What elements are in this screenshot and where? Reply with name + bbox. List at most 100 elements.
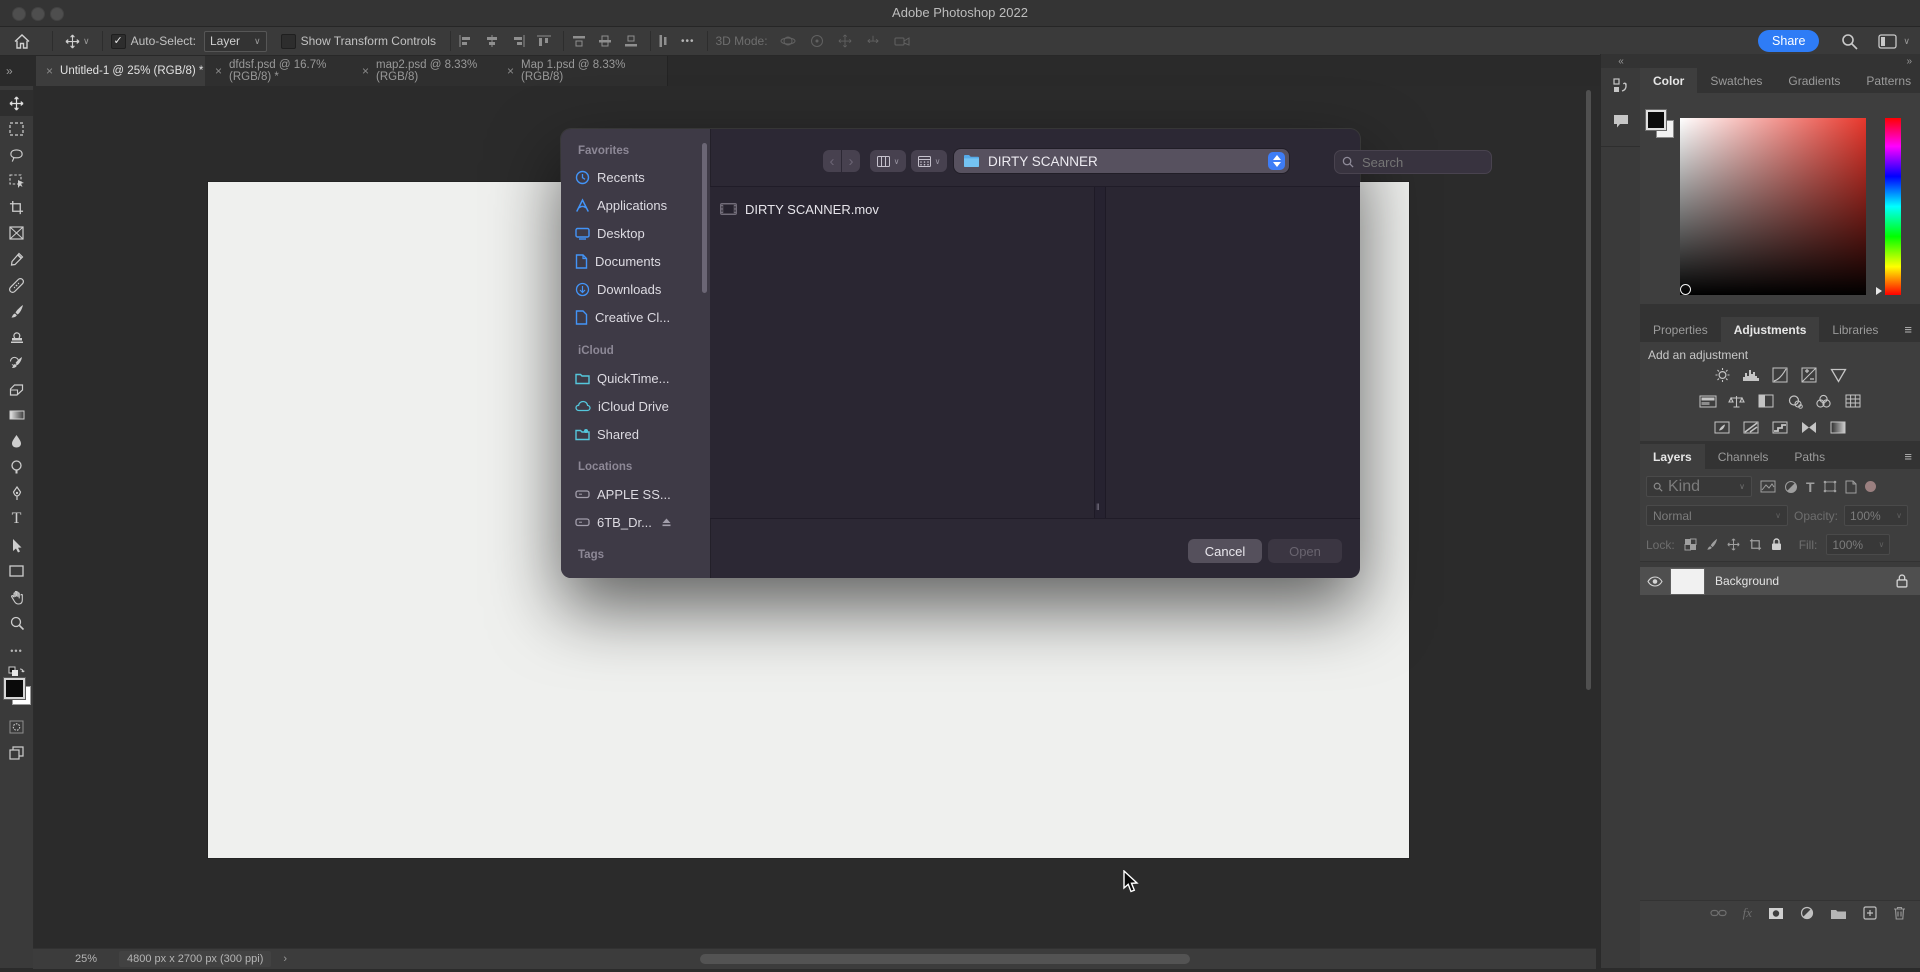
align-right-icon[interactable] <box>511 35 525 47</box>
tab-untitled-1[interactable]: × Untitled-1 @ 25% (RGB/8) * <box>36 56 225 86</box>
tab-map2[interactable]: × map2.psd @ 8.33% (RGB/8) <box>352 56 517 86</box>
show-transform-checkbox[interactable] <box>281 34 296 49</box>
black-white-icon[interactable] <box>1754 391 1778 411</box>
invert-icon[interactable] <box>1710 417 1734 437</box>
eyedropper-tool[interactable] <box>0 246 33 272</box>
tab-dfdsf[interactable]: × dfdsf.psd @ 16.7% (RGB/8) * <box>205 56 372 86</box>
clone-stamp-tool[interactable] <box>0 324 33 350</box>
opacity-field[interactable]: 100%∨ <box>1844 505 1908 526</box>
delete-layer-icon[interactable] <box>1893 906 1906 920</box>
sidebar-item-shared[interactable]: Shared <box>575 423 703 445</box>
tab-close-icon[interactable]: × <box>362 64 369 78</box>
dialog-search[interactable] <box>1334 150 1492 174</box>
move-tool-preset[interactable]: ∨ <box>61 34 94 49</box>
history-panel-icon[interactable] <box>1601 68 1641 104</box>
move-tool[interactable] <box>0 90 33 116</box>
pen-tool[interactable] <box>0 480 33 506</box>
zoom-level[interactable]: 25% <box>75 953 97 965</box>
brush-tool[interactable] <box>0 298 33 324</box>
layer-effects-icon[interactable]: fx <box>1743 905 1752 921</box>
adjustments-panel-menu-icon[interactable]: ≡ <box>1896 317 1920 342</box>
distribute-bottom-icon[interactable] <box>624 35 638 47</box>
add-layer-mask-icon[interactable] <box>1768 907 1784 920</box>
horizontal-scrollbar[interactable] <box>700 954 1190 964</box>
layers-panel-menu-icon[interactable]: ≡ <box>1896 444 1920 469</box>
filter-toggle-icon[interactable] <box>1865 481 1876 492</box>
levels-icon[interactable] <box>1739 365 1763 385</box>
lock-transparency-icon[interactable] <box>1684 538 1697 551</box>
tab-channels[interactable]: Channels <box>1705 444 1782 469</box>
comments-panel-icon[interactable] <box>1601 104 1641 138</box>
close-window-button[interactable] <box>12 7 26 21</box>
sidebar-item-desktop[interactable]: Desktop <box>575 222 703 244</box>
layer-row-background[interactable]: Background <box>1640 567 1920 595</box>
sidebar-item-documents[interactable]: Documents <box>575 250 703 272</box>
tab-close-icon[interactable]: × <box>215 64 222 78</box>
color-lookup-icon[interactable] <box>1841 391 1865 411</box>
gradient-tool[interactable] <box>0 402 33 428</box>
layer-visibility-icon[interactable] <box>1640 576 1670 587</box>
forward-button[interactable]: › <box>842 150 860 172</box>
tab-paths[interactable]: Paths <box>1781 444 1838 469</box>
tab-close-icon[interactable]: × <box>46 64 53 78</box>
auto-select-target-select[interactable]: Layer∨ <box>204 31 267 52</box>
hue-slider[interactable] <box>1885 118 1901 295</box>
tab-adjustments[interactable]: Adjustments <box>1721 317 1820 342</box>
selective-color-icon[interactable] <box>1826 417 1850 437</box>
sidebar-item-6tb-drive[interactable]: 6TB_Dr... <box>575 511 703 533</box>
filter-type-layers-icon[interactable]: T <box>1806 479 1815 495</box>
lock-all-icon[interactable] <box>1771 538 1782 551</box>
screen-mode-icon[interactable] <box>0 740 33 766</box>
foreground-color-swatch[interactable] <box>4 678 30 704</box>
sidebar-item-apple-ssd[interactable]: APPLE SS... <box>575 483 703 505</box>
open-button[interactable]: Open <box>1268 539 1342 563</box>
tab-color[interactable]: Color <box>1640 68 1697 93</box>
vertical-scrollbar[interactable] <box>1586 90 1591 690</box>
layer-filter-select[interactable]: Kind ∨ <box>1646 476 1752 497</box>
distribute-middle-icon[interactable] <box>598 35 612 47</box>
status-expand-icon[interactable]: › <box>283 953 287 965</box>
search-icon[interactable] <box>1841 33 1858 50</box>
brightness-contrast-icon[interactable] <box>1710 365 1734 385</box>
color-spectrum-field[interactable] <box>1680 118 1866 295</box>
group-view-button[interactable]: ∨ <box>911 150 947 172</box>
zoom-tool[interactable] <box>0 610 33 636</box>
minimize-window-button[interactable] <box>31 7 45 21</box>
quick-mask-icon[interactable] <box>0 714 33 740</box>
color-fg-bg-swatches[interactable] <box>1646 110 1676 140</box>
lasso-tool[interactable] <box>0 142 33 168</box>
gradient-map-icon[interactable] <box>1797 417 1821 437</box>
file-row-dirty-scanner-mov[interactable]: DIRTY SCANNER.mov <box>720 197 879 221</box>
expand-dock-icon[interactable]: « <box>1601 54 1641 68</box>
cancel-button[interactable]: Cancel <box>1188 539 1262 563</box>
hue-slider-handle[interactable] <box>1876 287 1882 295</box>
collapse-dock-icon[interactable]: » <box>1906 56 1920 67</box>
align-center-h-icon[interactable] <box>485 35 499 47</box>
more-align-options-icon[interactable]: ••• <box>681 36 695 47</box>
channel-mixer-icon[interactable] <box>1812 391 1836 411</box>
tab-patterns[interactable]: Patterns <box>1853 68 1920 93</box>
new-group-icon[interactable] <box>1830 907 1847 920</box>
history-brush-tool[interactable] <box>0 350 33 376</box>
tab-map1[interactable]: × Map 1.psd @ 8.33% (RGB/8) <box>497 56 668 86</box>
object-selection-tool[interactable] <box>0 168 33 194</box>
threshold-icon[interactable] <box>1768 417 1792 437</box>
lock-artboard-icon[interactable] <box>1749 538 1762 551</box>
sidebar-item-applications[interactable]: Applications <box>575 194 703 216</box>
tab-swatches[interactable]: Swatches <box>1697 68 1775 93</box>
healing-brush-tool[interactable] <box>0 272 33 298</box>
filter-pixel-layers-icon[interactable] <box>1760 480 1776 493</box>
distribute-top-icon[interactable] <box>572 35 586 47</box>
auto-select-checkbox[interactable]: ✓ <box>111 34 126 49</box>
tab-close-icon[interactable]: × <box>507 64 514 78</box>
shape-tool[interactable] <box>0 558 33 584</box>
crop-tool[interactable] <box>0 194 33 220</box>
filter-smart-objects-icon[interactable] <box>1845 480 1857 494</box>
lock-pixels-icon[interactable] <box>1706 538 1718 551</box>
tab-overflow-icon[interactable]: » <box>6 64 13 78</box>
tab-layers[interactable]: Layers <box>1640 444 1705 469</box>
photo-filter-icon[interactable] <box>1783 391 1807 411</box>
new-adjustment-layer-icon[interactable] <box>1800 906 1814 920</box>
dodge-tool[interactable] <box>0 454 33 480</box>
sidebar-scrollbar[interactable] <box>702 143 707 293</box>
